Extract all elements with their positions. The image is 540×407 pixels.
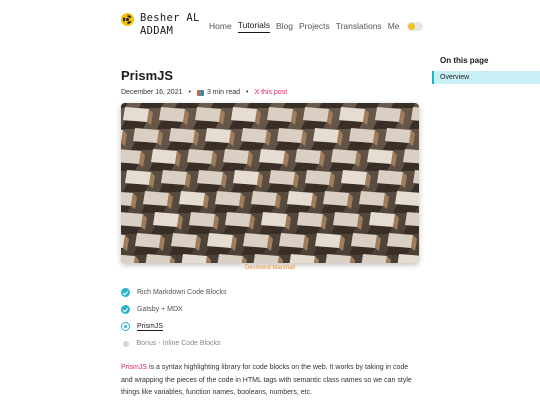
next-paragraph-clipped	[121, 399, 419, 407]
books-icon	[196, 89, 204, 96]
site-header: Besher AL ADDAM Home Tutorials Blog Proj…	[121, 12, 423, 42]
image-caption[interactable]: Desmond Marshall	[121, 265, 419, 271]
radioactive-icon	[121, 13, 134, 26]
site-logo[interactable]: Besher AL ADDAM	[121, 12, 200, 38]
step-label: Rich Markdown Code Blocks	[137, 289, 227, 296]
check-circle-icon	[121, 305, 130, 314]
intro-paragraph: PrismJS is a syntax highlighting library…	[121, 362, 421, 400]
main-nav: Home Tutorials Blog Projects Translation…	[209, 20, 423, 33]
post-meta: December 16, 2021 • 3 min read • X this …	[121, 89, 419, 96]
step-prismjs[interactable]: PrismJS	[121, 318, 419, 335]
meta-separator: •	[188, 89, 191, 96]
toc-item-overview[interactable]: Overview	[432, 71, 540, 84]
pending-step-icon	[122, 340, 129, 347]
toc-title: On this page	[440, 56, 489, 65]
table-of-contents: On this page Overview	[432, 56, 540, 84]
prismjs-link[interactable]: PrismJS	[121, 364, 147, 371]
theme-toggle[interactable]	[406, 22, 423, 31]
series-steps: Rich Markdown Code Blocks Gatsby + MDX P…	[121, 284, 419, 352]
site-name: Besher AL ADDAM	[140, 12, 200, 38]
read-time: 3 min read	[206, 89, 241, 96]
page-title: PrismJS	[121, 68, 174, 83]
share-x-link[interactable]: X this post	[254, 89, 287, 96]
step-label: Gatsby + MDX	[137, 306, 183, 313]
nav-tutorials[interactable]: Tutorials	[237, 20, 270, 33]
hero-image	[121, 103, 419, 263]
step-label: Bonus - Inline Code Blocks	[136, 340, 221, 347]
nav-home[interactable]: Home	[209, 21, 232, 33]
site-name-line2: ADDAM	[140, 25, 174, 37]
site-name-line1: Besher AL	[140, 12, 200, 24]
step-label: PrismJS	[137, 322, 164, 331]
nav-blog[interactable]: Blog	[276, 21, 293, 33]
check-circle-icon	[121, 288, 130, 297]
hero-tiles-graphic	[121, 103, 419, 263]
post-date: December 16, 2021	[121, 89, 183, 96]
nav-me[interactable]: Me	[388, 21, 400, 33]
step-inline-code-blocks[interactable]: Bonus - Inline Code Blocks	[121, 335, 419, 352]
nav-projects[interactable]: Projects	[299, 21, 330, 33]
article: PrismJS December 16, 2021 • 3 min read •…	[121, 68, 419, 396]
intro-paragraph-text: is a syntax highlighting library for cod…	[121, 364, 412, 396]
meta-separator: •	[246, 89, 249, 96]
step-gatsby-mdx[interactable]: Gatsby + MDX	[121, 301, 419, 318]
nav-translations[interactable]: Translations	[336, 21, 382, 33]
step-rich-markdown[interactable]: Rich Markdown Code Blocks	[121, 284, 419, 301]
current-step-icon	[121, 322, 130, 331]
